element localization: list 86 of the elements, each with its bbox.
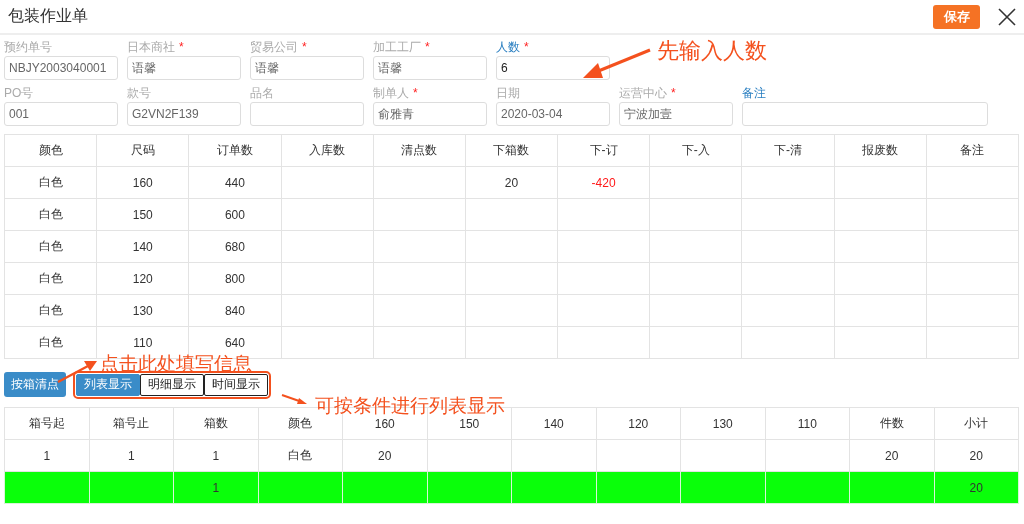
input-field[interactable]: NBJY2003040001 [4, 56, 118, 80]
leader-line [281, 394, 307, 404]
table-cell: 20 [849, 439, 934, 472]
table-cell: 白色 [258, 439, 343, 472]
table-cell: 20 [934, 471, 1019, 504]
input-field[interactable]: 语馨 [127, 56, 241, 80]
arrow [583, 48, 651, 78]
table-cell: 白色 [4, 326, 97, 359]
column-header: 入库数 [281, 134, 374, 167]
required-mark: * [413, 86, 418, 100]
column-header: 尺码 [96, 134, 189, 167]
field-label: 人数 [496, 40, 520, 54]
column-header: 110 [765, 407, 850, 440]
close-icon[interactable] [998, 7, 1016, 26]
column-header: 箱数 [173, 407, 258, 440]
field-label: 运营中心 [619, 86, 667, 100]
column-header: 箱号止 [89, 407, 174, 440]
required-mark: * [524, 40, 529, 54]
required-mark: * [425, 40, 430, 54]
table-cell: 120 [96, 262, 189, 295]
field-label: 品名 [250, 86, 274, 100]
table-cell: -420 [557, 166, 650, 199]
table-cell: 800 [188, 262, 281, 295]
input-field[interactable]: 001 [4, 102, 118, 126]
table-cell: 白色 [4, 166, 97, 199]
table-cell: 20 [465, 166, 558, 199]
table-cell: 150 [96, 198, 189, 231]
table-cell: 1 [173, 439, 258, 472]
table-cell: 20 [342, 439, 427, 472]
input-field[interactable] [742, 102, 988, 126]
column-header: 下-订 [557, 134, 650, 167]
required-mark: * [302, 40, 307, 54]
view-tab[interactable]: 时间显示 [204, 373, 268, 396]
table-cell: 440 [188, 166, 281, 199]
column-header: 清点数 [373, 134, 466, 167]
column-header: 报废数 [834, 134, 927, 167]
field-label: 日本商社 [127, 40, 175, 54]
field-label: 贸易公司 [250, 40, 298, 54]
input-field[interactable]: 语馨 [373, 56, 487, 80]
input-field[interactable]: 俞雅青 [373, 102, 487, 126]
column-header: 140 [511, 407, 596, 440]
table-cell: 白色 [4, 198, 97, 231]
table-cell: 1 [89, 439, 174, 472]
table-cell: 1 [173, 471, 258, 504]
table-cell: 600 [188, 198, 281, 231]
column-header: 120 [596, 407, 681, 440]
input-field[interactable]: G2VN2F139 [127, 102, 241, 126]
view-tab[interactable]: 列表显示 [76, 373, 140, 396]
window-title: 包装作业单 [8, 6, 88, 26]
input-field[interactable]: 6 [496, 56, 610, 80]
column-header: 颜色 [4, 134, 97, 167]
column-header: 下-入 [649, 134, 742, 167]
input-field[interactable]: 2020-03-04 [496, 102, 610, 126]
column-header: 订单数 [188, 134, 281, 167]
required-mark: * [671, 86, 676, 100]
column-header: 箱号起 [4, 407, 89, 440]
input-field[interactable]: 宁波加壹 [619, 102, 733, 126]
field-label: 制单人 [373, 86, 409, 100]
box-count-button[interactable]: 按箱清点 [4, 372, 66, 397]
table-cell: 白色 [4, 294, 97, 327]
field-label: PO号 [4, 86, 34, 100]
table-cell: 白色 [4, 230, 97, 263]
annotation-text: 先输入人数 [657, 37, 767, 65]
input-field[interactable]: 语馨 [250, 56, 364, 80]
column-header: 件数 [849, 407, 934, 440]
table-cell: 160 [96, 166, 189, 199]
field-label: 加工工厂 [373, 40, 421, 54]
table-cell: 140 [96, 230, 189, 263]
table-cell: 白色 [4, 262, 97, 295]
field-label: 备注 [742, 86, 766, 100]
view-tab[interactable]: 明细显示 [140, 373, 204, 396]
table-cell: 20 [934, 439, 1019, 472]
field-label: 预约单号 [4, 40, 52, 54]
table-cell: 680 [188, 230, 281, 263]
required-mark: * [179, 40, 184, 54]
table-cell: 1 [4, 439, 89, 472]
table-cell: 840 [188, 294, 281, 327]
column-header: 下-清 [741, 134, 835, 167]
column-header: 130 [680, 407, 765, 440]
input-field[interactable] [250, 102, 364, 126]
column-header: 备注 [926, 134, 1019, 167]
table-cell: 130 [96, 294, 189, 327]
field-label: 日期 [496, 86, 520, 100]
field-label: 款号 [127, 86, 151, 100]
column-header: 小计 [934, 407, 1019, 440]
column-header: 下箱数 [465, 134, 558, 167]
